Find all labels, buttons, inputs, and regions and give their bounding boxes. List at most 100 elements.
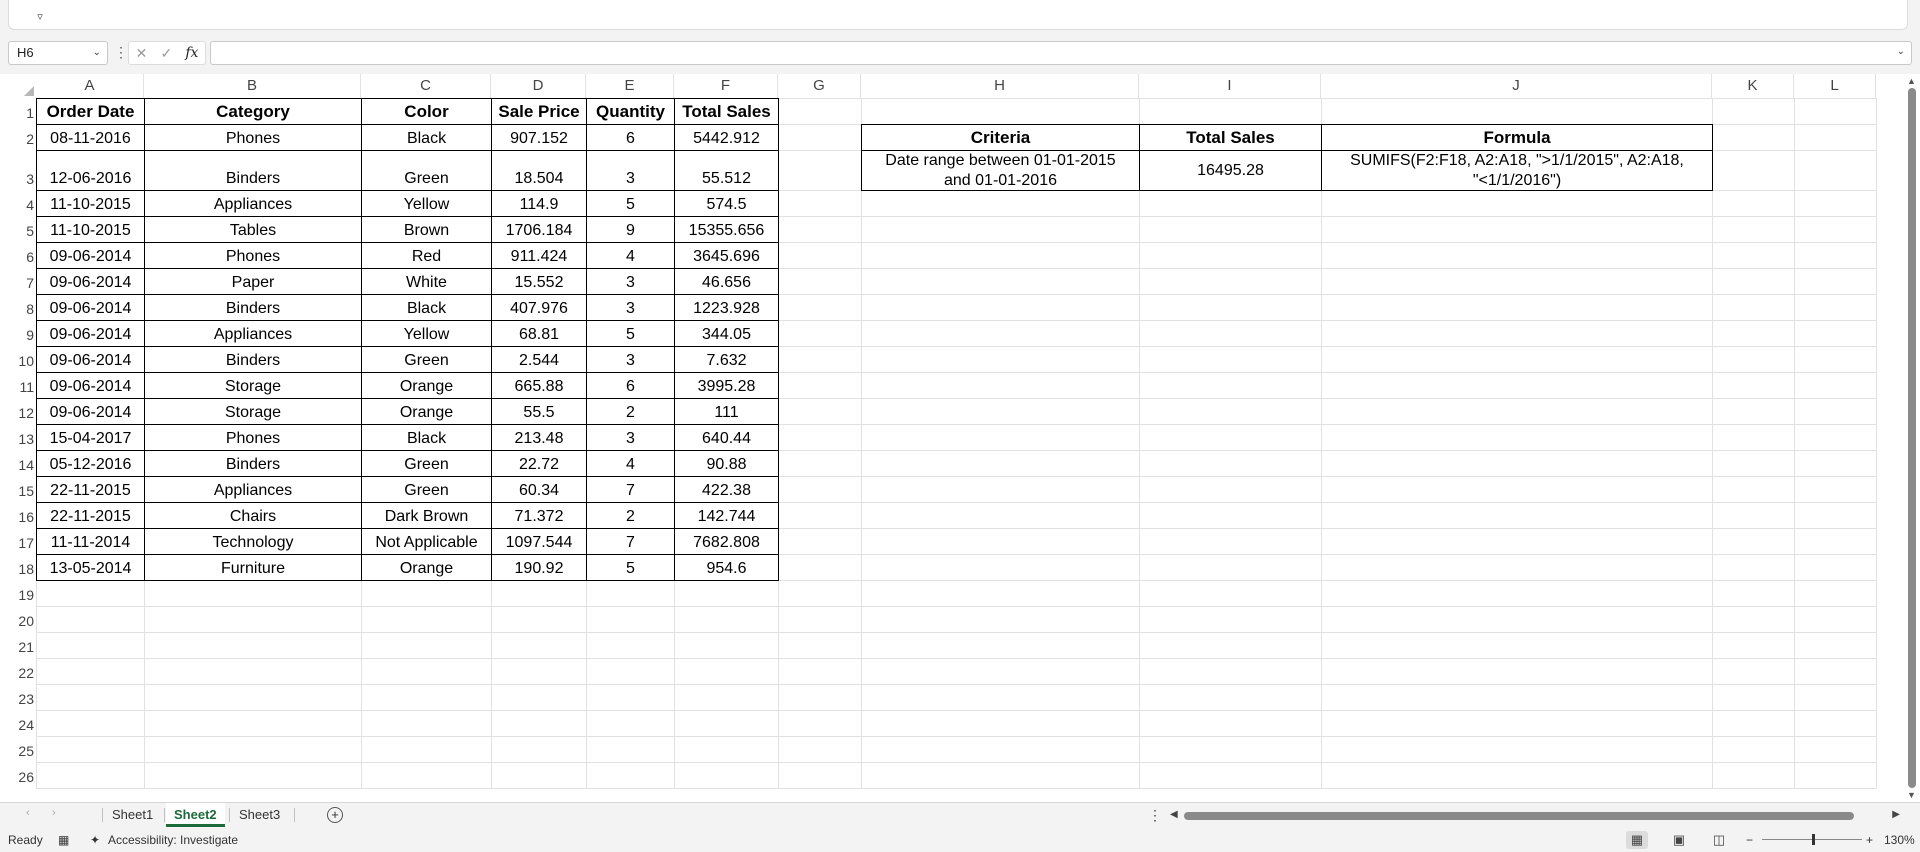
formula-input[interactable]: ⌄ [210, 41, 1912, 65]
table-cell[interactable]: Not Applicable [361, 528, 492, 555]
enter-icon[interactable]: ✓ [160, 45, 172, 62]
accessibility-status[interactable]: Accessibility: Investigate [108, 833, 238, 847]
table-cell[interactable]: 09-06-2014 [36, 242, 145, 269]
column-header-j[interactable]: J [1321, 74, 1712, 98]
row-header-5[interactable]: 5 [10, 216, 36, 242]
criteria-cell[interactable]: Date range between 01-01-2015 and 01-01-2… [861, 150, 1140, 191]
table-cell[interactable]: 05-12-2016 [36, 450, 145, 477]
table-cell[interactable]: 9 [586, 216, 675, 243]
row-header-21[interactable]: 21 [10, 632, 36, 658]
table-cell[interactable]: Storage [144, 372, 362, 399]
scroll-left-icon[interactable]: ◀ [1170, 809, 1178, 820]
table-cell[interactable]: 08-11-2016 [36, 124, 145, 151]
column-header-h[interactable]: H [861, 74, 1139, 98]
column-header-e[interactable]: E [586, 74, 674, 98]
row-header-20[interactable]: 20 [10, 606, 36, 632]
table-cell[interactable]: 3 [586, 346, 675, 373]
table-cell[interactable]: Technology [144, 528, 362, 555]
table-cell[interactable]: Green [361, 450, 492, 477]
table-cell[interactable]: 3 [586, 294, 675, 321]
table-cell[interactable]: 22-11-2015 [36, 502, 145, 529]
table-cell[interactable]: Appliances [144, 320, 362, 347]
table-cell[interactable]: Phones [144, 124, 362, 151]
vertical-scrollbar[interactable]: ▲ ▼ [1904, 74, 1920, 802]
table-cell[interactable]: 5 [586, 190, 675, 217]
table-cell[interactable]: 7 [586, 476, 675, 503]
table-cell[interactable]: 1097.544 [491, 528, 587, 555]
row-header-11[interactable]: 11 [10, 372, 36, 398]
row-header-13[interactable]: 13 [10, 424, 36, 450]
name-box[interactable]: H6 ⌄ [8, 41, 108, 65]
chevron-right-icon[interactable]: › [52, 807, 56, 819]
row-header-3[interactable]: 3 [10, 150, 36, 190]
criteria-header-cell[interactable]: Criteria [861, 124, 1140, 151]
table-cell[interactable]: 2.544 [491, 346, 587, 373]
row-header-7[interactable]: 7 [10, 268, 36, 294]
table-cell[interactable]: 09-06-2014 [36, 268, 145, 295]
row-header-23[interactable]: 23 [10, 684, 36, 710]
table-cell[interactable]: 422.38 [674, 476, 779, 503]
row-header-24[interactable]: 24 [10, 710, 36, 736]
table-cell[interactable]: Black [361, 124, 492, 151]
select-all-button[interactable] [10, 76, 36, 98]
table-cell[interactable]: 4 [586, 450, 675, 477]
table-cell[interactable]: Furniture [144, 554, 362, 581]
table-cell[interactable]: Green [361, 346, 492, 373]
accessibility-icon[interactable]: ✦ [90, 833, 100, 847]
table-cell[interactable]: 18.504 [491, 150, 587, 191]
table-cell[interactable]: Appliances [144, 476, 362, 503]
sheet-tab-sheet1[interactable]: Sheet1 [104, 803, 161, 827]
sheet-tab-sheet2[interactable]: Sheet2 [166, 803, 225, 827]
column-header-b[interactable]: B [144, 74, 361, 98]
table-cell[interactable]: 6 [586, 124, 675, 151]
table-cell[interactable]: 09-06-2014 [36, 320, 145, 347]
table-cell[interactable]: Binders [144, 294, 362, 321]
table-cell[interactable]: Phones [144, 424, 362, 451]
table-cell[interactable]: 71.372 [491, 502, 587, 529]
scroll-down-icon[interactable]: ▼ [1907, 790, 1916, 800]
table-cell[interactable]: 15-04-2017 [36, 424, 145, 451]
row-header-12[interactable]: 12 [10, 398, 36, 424]
table-cell[interactable]: 1223.928 [674, 294, 779, 321]
table-cell[interactable]: White [361, 268, 492, 295]
column-header-g[interactable]: G [778, 74, 861, 98]
row-header-26[interactable]: 26 [10, 762, 36, 788]
table-cell[interactable]: 7 [586, 528, 675, 555]
table-cell[interactable]: 954.6 [674, 554, 779, 581]
chevron-down-icon[interactable]: ▿ [27, 7, 53, 25]
column-header-l[interactable]: L [1794, 74, 1876, 98]
zoom-level[interactable]: 130% [1884, 833, 1915, 847]
table-cell[interactable]: 60.34 [491, 476, 587, 503]
row-header-25[interactable]: 25 [10, 736, 36, 762]
table-cell[interactable]: 640.44 [674, 424, 779, 451]
vertical-scroll-thumb[interactable] [1908, 88, 1916, 788]
column-header-c[interactable]: C [361, 74, 491, 98]
chevron-down-icon[interactable]: ⌄ [93, 42, 101, 64]
zoom-slider[interactable] [1762, 834, 1862, 845]
table-cell[interactable]: Paper [144, 268, 362, 295]
table-cell[interactable]: 574.5 [674, 190, 779, 217]
sheet-tab-sheet3[interactable]: Sheet3 [231, 803, 288, 827]
table-cell[interactable]: 907.152 [491, 124, 587, 151]
row-header-1[interactable]: 1 [10, 98, 36, 124]
column-header-d[interactable]: D [491, 74, 586, 98]
table-cell[interactable]: 22-11-2015 [36, 476, 145, 503]
table-cell[interactable]: Chairs [144, 502, 362, 529]
table-header-cell[interactable]: Order Date [36, 98, 145, 125]
table-header-cell[interactable]: Total Sales [674, 98, 779, 125]
table-cell[interactable]: 1706.184 [491, 216, 587, 243]
table-cell[interactable]: 3 [586, 268, 675, 295]
table-cell[interactable]: 5 [586, 554, 675, 581]
page-layout-icon[interactable]: ▣ [1668, 831, 1690, 849]
table-cell[interactable]: 3995.28 [674, 372, 779, 399]
column-header-a[interactable]: A [36, 74, 144, 98]
criteria-header-cell[interactable]: Formula [1321, 124, 1713, 151]
table-cell[interactable]: 55.512 [674, 150, 779, 191]
table-cell[interactable]: 13-05-2014 [36, 554, 145, 581]
table-cell[interactable]: Red [361, 242, 492, 269]
table-cell[interactable]: Orange [361, 554, 492, 581]
table-cell[interactable]: 5 [586, 320, 675, 347]
table-cell[interactable]: Green [361, 150, 492, 191]
table-cell[interactable]: Yellow [361, 190, 492, 217]
chevron-left-icon[interactable]: ‹ [26, 807, 30, 819]
